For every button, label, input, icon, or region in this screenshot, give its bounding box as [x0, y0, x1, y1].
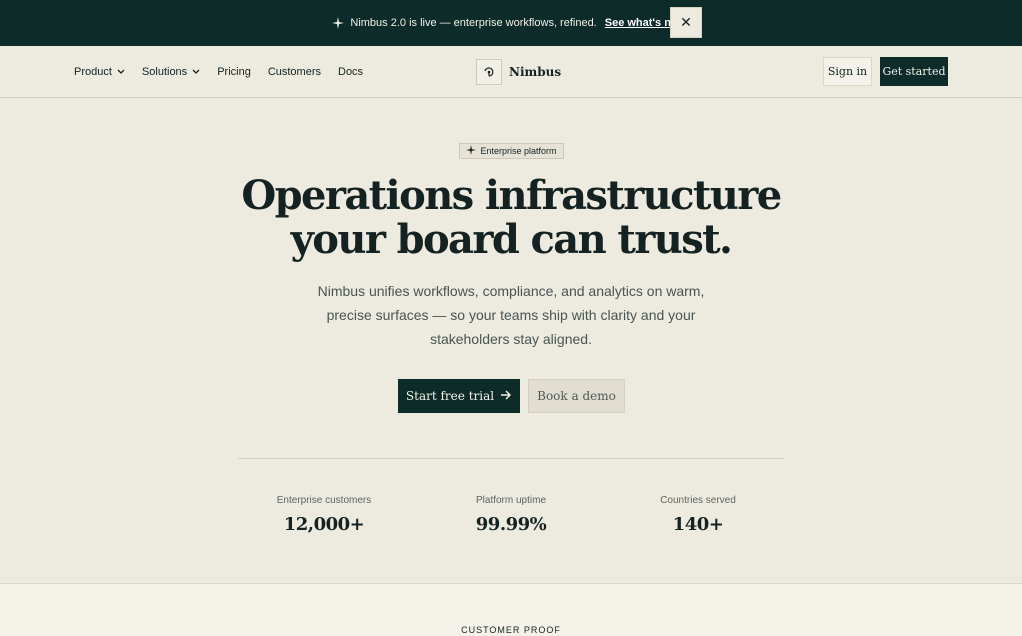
sparkle-icon: [466, 145, 477, 157]
nav-item-label: Customers: [267, 66, 321, 78]
announcement-content: Nimbus 2.0 is live — enterprise workflow…: [332, 17, 686, 29]
badge-label: Enterprise platform: [480, 146, 557, 156]
nav-links: Product Solutions Pricing Customers Docs: [74, 46, 363, 98]
arrow-right-icon: [501, 389, 512, 403]
stat-value: 12,000+: [283, 514, 365, 535]
stat-label: Enterprise customers: [276, 495, 372, 506]
nav-item-docs[interactable]: Docs: [338, 66, 363, 78]
customer-proof-section: CUSTOMER PROOF: [0, 583, 1022, 636]
chevron-down-icon: [117, 66, 125, 78]
book-demo-button[interactable]: Book a demo: [528, 379, 625, 413]
nimbus-logo-icon: [476, 59, 502, 85]
nav-item-solutions[interactable]: Solutions: [142, 66, 200, 78]
section-eyebrow: CUSTOMER PROOF: [461, 625, 561, 635]
hero-divider: [238, 458, 784, 459]
nav-item-label: Solutions: [141, 66, 188, 78]
nav-item-label: Product: [74, 66, 112, 78]
stat-platform-uptime: Platform uptime 99.99%: [411, 495, 611, 535]
top-nav: Product Solutions Pricing Customers Docs: [0, 46, 1022, 98]
nav-item-customers[interactable]: Customers: [268, 66, 321, 78]
hero-subtitle: Nimbus unifies workflows, compliance, an…: [317, 283, 705, 347]
enterprise-platform-badge: Enterprise platform: [459, 143, 564, 159]
stat-value: 99.99%: [475, 514, 547, 535]
close-announcement-button[interactable]: ✕: [670, 7, 702, 38]
nav-item-pricing[interactable]: Pricing: [217, 66, 251, 78]
nav-item-product[interactable]: Product: [74, 66, 125, 78]
stat-value: 140+: [672, 514, 724, 535]
nav-item-label: Pricing: [217, 66, 251, 78]
headline-line-2: your board can trust.: [290, 216, 733, 263]
headline-line-1: Operations infrastructure: [241, 172, 782, 219]
brand-logo-link[interactable]: Nimbus: [476, 59, 561, 85]
hero-headline: Operations infrastructure your board can…: [200, 174, 822, 262]
start-free-trial-button[interactable]: Start free trial: [398, 379, 520, 413]
get-started-button[interactable]: Get started: [880, 57, 948, 86]
chevron-down-icon: [192, 66, 200, 78]
stat-label: Platform uptime: [475, 495, 547, 506]
brand-name: Nimbus: [509, 65, 562, 79]
sparkle-icon: [332, 17, 345, 29]
stat-countries-served: Countries served 140+: [598, 495, 798, 535]
close-icon: ✕: [680, 14, 692, 30]
button-label: Start free trial: [405, 389, 495, 403]
nav-item-label: Docs: [338, 66, 364, 78]
stat-enterprise-customers: Enterprise customers 12,000+: [224, 495, 424, 535]
announcement-bar: Nimbus 2.0 is live — enterprise workflow…: [0, 0, 1022, 46]
stat-label: Countries served: [660, 495, 736, 506]
sign-in-button[interactable]: Sign in: [823, 57, 872, 86]
announcement-text: Nimbus 2.0 is live — enterprise workflow…: [350, 17, 597, 29]
